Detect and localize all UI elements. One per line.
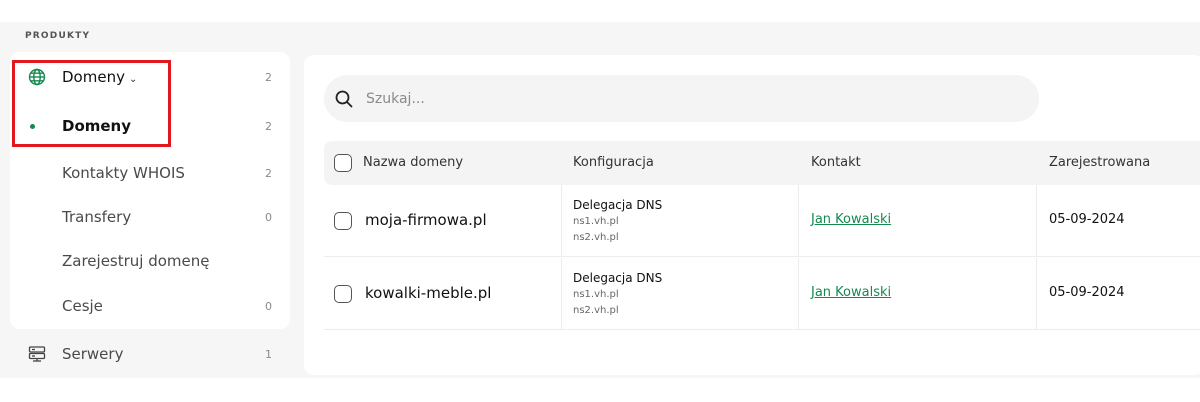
column-divider (1036, 258, 1037, 330)
sidebar-item-domeny-group[interactable]: Domeny ⌄ 2 (10, 57, 290, 97)
server-icon (26, 343, 48, 365)
column-divider (798, 258, 799, 330)
sidebar-item-count: 0 (265, 299, 272, 313)
sidebar-item-domeny[interactable]: Domeny 2 (10, 106, 290, 146)
contact-link[interactable]: Jan Kowalski (811, 212, 891, 227)
table-row[interactable]: moja-firmowa.pl Delegacja DNS ns1.vh.pl … (324, 185, 1200, 257)
column-divider (1036, 185, 1037, 257)
globe-icon (26, 66, 48, 88)
sidebar-item-label: Cesje (62, 297, 103, 315)
sidebar-item-count: 2 (265, 70, 272, 84)
row-checkbox[interactable] (334, 212, 352, 230)
sidebar-item-serwery[interactable]: Serwery 1 (10, 334, 290, 374)
domain-name[interactable]: kowalki-meble.pl (365, 284, 491, 302)
sidebar-item-label: Transfery (62, 208, 132, 226)
sidebar-item-label: Domeny ⌄ (62, 68, 138, 86)
column-divider (561, 185, 562, 257)
sidebar-item-count: 2 (265, 119, 272, 133)
sidebar-item-cesje[interactable]: Cesje 0 (10, 286, 290, 326)
domain-name[interactable]: moja-firmowa.pl (365, 211, 487, 229)
search-input[interactable] (366, 88, 1006, 110)
column-header-registered[interactable]: Zarejestrowana (1049, 155, 1150, 170)
search-bar[interactable] (324, 75, 1039, 122)
column-header-config[interactable]: Konfiguracja (573, 155, 654, 170)
sidebar-item-count: 1 (265, 347, 272, 361)
column-header-contact[interactable]: Kontakt (811, 155, 861, 170)
nameserver-2: ns2.vh.pl (573, 232, 619, 243)
search-icon (334, 89, 354, 113)
nameserver-1: ns1.vh.pl (573, 216, 619, 227)
contact-link[interactable]: Jan Kowalski (811, 285, 891, 300)
row-checkbox[interactable] (334, 285, 352, 303)
column-divider (798, 185, 799, 257)
registered-date: 05-09-2024 (1049, 285, 1125, 300)
sidebar-item-zarejestruj-domene[interactable]: Zarejestruj domenę (10, 241, 290, 281)
section-label: PRODUKTY (25, 31, 91, 41)
sidebar-item-kontakty-whois[interactable]: Kontakty WHOIS 2 (10, 153, 290, 193)
nameserver-2: ns2.vh.pl (573, 305, 619, 316)
sidebar-item-label: Kontakty WHOIS (62, 164, 185, 182)
select-all-checkbox[interactable] (334, 154, 352, 172)
chevron-down-icon: ⌄ (128, 74, 138, 85)
sidebar-item-label: Domeny (62, 117, 132, 135)
sidebar-item-count: 0 (265, 210, 272, 224)
config-type: Delegacja DNS (573, 198, 663, 212)
table-row[interactable]: kowalki-meble.pl Delegacja DNS ns1.vh.pl… (324, 258, 1200, 330)
config-type: Delegacja DNS (573, 271, 663, 285)
sidebar-item-label: Zarejestruj domenę (62, 252, 210, 270)
registered-date: 05-09-2024 (1049, 212, 1125, 227)
sidebar-item-label: Serwery (62, 345, 124, 363)
active-dot-icon (30, 123, 35, 129)
column-header-domain[interactable]: Nazwa domeny (363, 155, 463, 170)
nameserver-1: ns1.vh.pl (573, 289, 619, 300)
sidebar-item-transfery[interactable]: Transfery 0 (10, 197, 290, 237)
sidebar-item-count: 2 (265, 166, 272, 180)
column-divider (561, 258, 562, 330)
table-header: Nazwa domeny Konfiguracja Kontakt Zareje… (324, 141, 1200, 185)
